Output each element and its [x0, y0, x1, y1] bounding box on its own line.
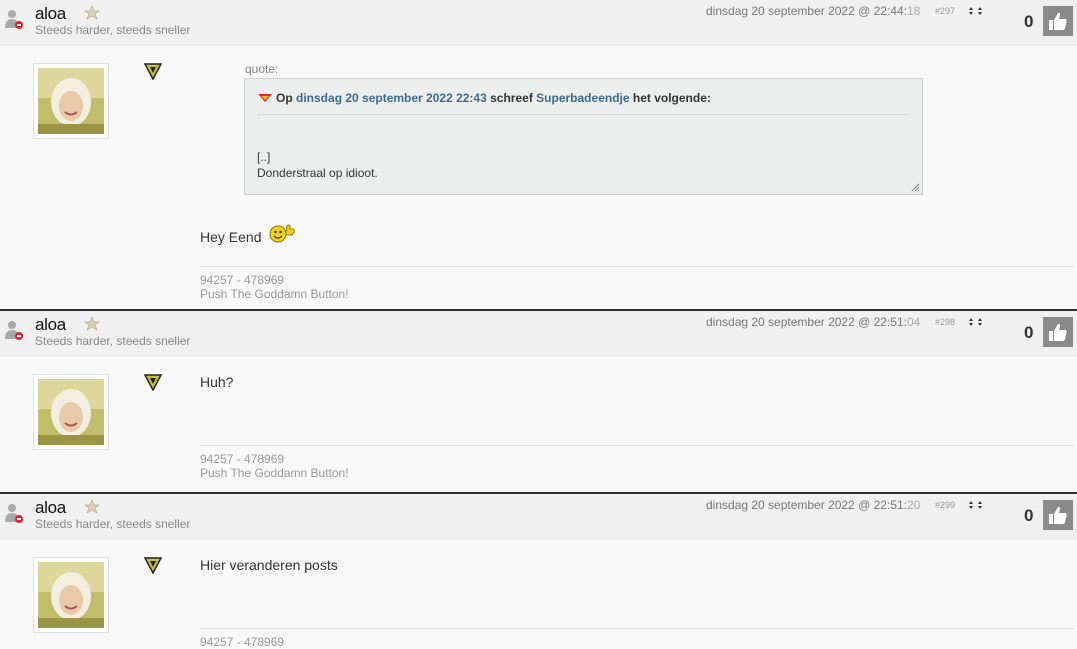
thumbs-up-icon: [1049, 506, 1067, 524]
shield-badge-icon: [144, 63, 162, 80]
avatar[interactable]: [33, 374, 109, 450]
post: aloa Steeds harder, steeds sneller dinsd…: [0, 0, 1077, 309]
quote-date-link[interactable]: dinsdag 20 september 2022 22:43: [296, 91, 487, 105]
avatar-image: [38, 68, 104, 134]
quote-header: Op dinsdag 20 september 2022 22:43 schre…: [257, 91, 711, 105]
user-offline-icon: [5, 10, 23, 29]
post-number[interactable]: #297: [935, 6, 955, 16]
signature: 94257 - 478969 Push The Goddamn Button!: [200, 273, 349, 301]
shield-badge-icon: [144, 557, 162, 574]
user-offline-icon: [5, 504, 23, 523]
username[interactable]: aloa: [35, 498, 66, 518]
like-button[interactable]: [1043, 6, 1073, 36]
user-title: Steeds harder, steeds sneller: [35, 23, 191, 37]
quote-text: [..]: [257, 150, 271, 164]
quote-divider: [257, 114, 910, 115]
post-number[interactable]: #299: [935, 500, 955, 510]
post-message: Hey Eend: [200, 222, 296, 245]
avatar-image: [38, 562, 104, 628]
avatar[interactable]: [33, 557, 109, 633]
signature: 94257 - 478969: [200, 635, 285, 649]
post-body: Huh? 94257 - 478969 Push The Goddamn But…: [0, 357, 1077, 492]
post-body: Hier veranderen posts 94257 - 478969: [0, 540, 1077, 649]
resize-grip-icon[interactable]: [911, 183, 920, 192]
like-button[interactable]: [1043, 500, 1073, 530]
quote-author-link[interactable]: Superbadeendje: [536, 91, 629, 105]
like-button[interactable]: [1043, 317, 1073, 347]
post-header: aloa Steeds harder, steeds sneller dinsd…: [0, 0, 1077, 46]
username[interactable]: aloa: [35, 315, 66, 335]
smiley-thumbs-up-icon: [269, 224, 296, 243]
post-number[interactable]: #298: [935, 317, 955, 327]
post: aloa Steeds harder, steeds sneller dinsd…: [0, 311, 1077, 492]
post: aloa Steeds harder, steeds sneller dinsd…: [0, 494, 1077, 649]
sort-arrows-icon[interactable]: [968, 5, 986, 17]
avatar[interactable]: [33, 63, 109, 139]
post-header: aloa Steeds harder, steeds sneller dinsd…: [0, 494, 1077, 540]
signature: 94257 - 478969 Push The Goddamn Button!: [200, 452, 349, 480]
like-count: 0: [1024, 506, 1034, 525]
thumbs-up-icon: [1049, 323, 1067, 341]
like-count: 0: [1024, 323, 1034, 342]
superman-icon: [258, 94, 272, 102]
post-message: Huh?: [200, 374, 234, 390]
post-date: dinsdag 20 september 2022 @ 22:51:20: [706, 498, 921, 512]
quote-text: Donderstraal op idioot.: [257, 166, 378, 180]
sort-arrows-icon[interactable]: [968, 316, 986, 328]
user-title: Steeds harder, steeds sneller: [35, 517, 191, 531]
quote-box[interactable]: Op dinsdag 20 september 2022 22:43 schre…: [244, 78, 923, 195]
sort-arrows-icon[interactable]: [968, 499, 986, 511]
user-offline-icon: [5, 321, 23, 340]
rank-icon: [83, 499, 101, 514]
post-header: aloa Steeds harder, steeds sneller dinsd…: [0, 311, 1077, 357]
signature-divider: [200, 445, 1073, 446]
post-message: Hier veranderen posts: [200, 557, 338, 573]
like-count: 0: [1024, 12, 1034, 31]
rank-icon: [83, 5, 101, 20]
thumbs-up-icon: [1049, 12, 1067, 30]
quote-label: quote:: [245, 62, 279, 76]
post-body: quote: Op dinsdag 20 september 2022 22:4…: [0, 46, 1077, 309]
post-date: dinsdag 20 september 2022 @ 22:44:18: [706, 4, 921, 18]
post-date: dinsdag 20 september 2022 @ 22:51:04: [706, 315, 921, 329]
user-title: Steeds harder, steeds sneller: [35, 334, 191, 348]
avatar-image: [38, 379, 104, 445]
username[interactable]: aloa: [35, 4, 66, 24]
shield-badge-icon: [144, 374, 162, 391]
signature-divider: [200, 628, 1073, 629]
rank-icon: [83, 316, 101, 331]
signature-divider: [200, 266, 1073, 267]
